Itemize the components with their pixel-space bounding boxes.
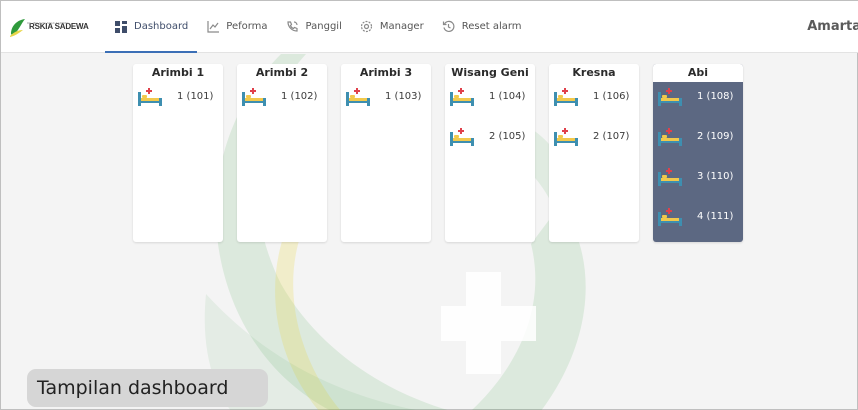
hospital-bed-icon <box>657 205 683 227</box>
ward-title: Arimbi 2 <box>255 66 309 79</box>
bed-label: 3 (110) <box>697 170 734 182</box>
bed-label: 1 (104) <box>489 90 526 102</box>
bed-label: 2 (109) <box>697 130 734 142</box>
chart-icon <box>206 20 220 34</box>
bed-list: 1 (102) <box>237 82 327 108</box>
nav-peforma[interactable]: Peforma <box>197 1 276 53</box>
brand-logo[interactable]: RSKIA SADEWA RS. IBU DAN ANAK SADEWA <box>9 12 101 42</box>
hospital-bed-icon <box>449 125 475 147</box>
nav-peforma-label: Peforma <box>226 21 268 32</box>
bed-label: 1 (103) <box>385 90 422 102</box>
ward-card: Arimbi 1 1 (101) <box>133 64 223 242</box>
bed-item[interactable]: 2 (107) <box>549 108 639 148</box>
hospital-bed-icon <box>137 85 163 107</box>
bed-list: 1 (101) <box>133 82 223 108</box>
dashboard-content: Arimbi 1 1 (101) Arimbi 2 1 (102) Arimbi 3… <box>1 54 858 410</box>
ward-list: Arimbi 1 1 (101) Arimbi 2 1 (102) Arimbi 3… <box>133 64 743 242</box>
nav-dashboard-label: Dashboard <box>134 21 189 32</box>
ward-card: Arimbi 2 1 (102) <box>237 64 327 242</box>
bed-list: 1 (103) <box>341 82 431 108</box>
reset-icon <box>442 20 456 34</box>
ward-title: Wisang Geni <box>451 66 529 79</box>
nav-manager[interactable]: Manager <box>351 1 433 53</box>
bed-item[interactable]: 2 (109) <box>653 108 743 148</box>
nav-manager-label: Manager <box>379 21 424 32</box>
hospital-bed-icon <box>241 85 267 107</box>
bed-label: 2 (107) <box>593 130 630 142</box>
ward-title: Arimbi 1 <box>151 66 205 79</box>
bed-item[interactable]: 1 (102) <box>237 84 327 108</box>
hospital-bed-icon <box>345 85 371 107</box>
bed-label: 1 (102) <box>281 90 318 102</box>
bed-label: 1 (108) <box>697 90 734 102</box>
nav-reset-alarm-label: Reset alarm <box>461 21 522 32</box>
ward-card: Kresna 1 (106) 2 (107) <box>549 64 639 242</box>
ward-card: Arimbi 3 1 (103) <box>341 64 431 242</box>
user-name[interactable]: Amarta <box>807 19 858 34</box>
bed-item[interactable]: 1 (103) <box>341 84 431 108</box>
caption-label: Tampilan dashboard <box>27 369 268 407</box>
settings-icon <box>360 20 374 34</box>
ward-title: Kresna <box>572 66 616 79</box>
bed-item[interactable]: 4 (111) <box>653 188 743 228</box>
nav-reset-alarm[interactable]: Reset alarm <box>433 1 531 53</box>
logo-subtext: RS. IBU DAN ANAK SADEWA <box>27 21 69 25</box>
bed-label: 1 (106) <box>593 90 630 102</box>
hospital-bed-icon <box>657 165 683 187</box>
bed-item[interactable]: 2 (105) <box>445 108 535 148</box>
ward-card: Wisang Geni 1 (104) 2 (105) <box>445 64 535 242</box>
bed-label: 2 (105) <box>489 130 526 142</box>
bed-list: 1 (108) 2 (109) 3 (110) 4 (111) <box>653 82 743 228</box>
hospital-bed-icon <box>553 85 579 107</box>
bed-item[interactable]: 1 (108) <box>653 84 743 108</box>
bed-item[interactable]: 1 (101) <box>133 84 223 108</box>
logo-leaf-icon <box>10 18 25 37</box>
phone-icon <box>286 20 300 34</box>
bed-list: 1 (106) 2 (107) <box>549 82 639 148</box>
ward-card: Abi 1 (108) 2 (109) 3 (110) 4 (111) <box>653 64 743 242</box>
bed-item[interactable]: 1 (106) <box>549 84 639 108</box>
hospital-bed-icon <box>553 125 579 147</box>
ward-title: Arimbi 3 <box>359 66 413 79</box>
bed-item[interactable]: 1 (104) <box>445 84 535 108</box>
bed-item[interactable]: 3 (110) <box>653 148 743 188</box>
hospital-bed-icon <box>449 85 475 107</box>
top-navbar: RSKIA SADEWA RS. IBU DAN ANAK SADEWA Das… <box>1 1 858 53</box>
hospital-bed-icon <box>657 125 683 147</box>
bed-list: 1 (104) 2 (105) <box>445 82 535 148</box>
nav-panggil-label: Panggil <box>305 21 342 32</box>
bed-label: 1 (101) <box>177 90 214 102</box>
nav-panggil[interactable]: Panggil <box>277 1 351 53</box>
ward-title: Abi <box>653 64 743 82</box>
main-nav: Dashboard Peforma Panggil Manager Reset … <box>105 1 531 53</box>
bed-label: 4 (111) <box>697 210 734 222</box>
dashboard-icon <box>114 20 128 34</box>
hospital-bed-icon <box>657 85 683 107</box>
nav-dashboard[interactable]: Dashboard <box>105 1 198 53</box>
